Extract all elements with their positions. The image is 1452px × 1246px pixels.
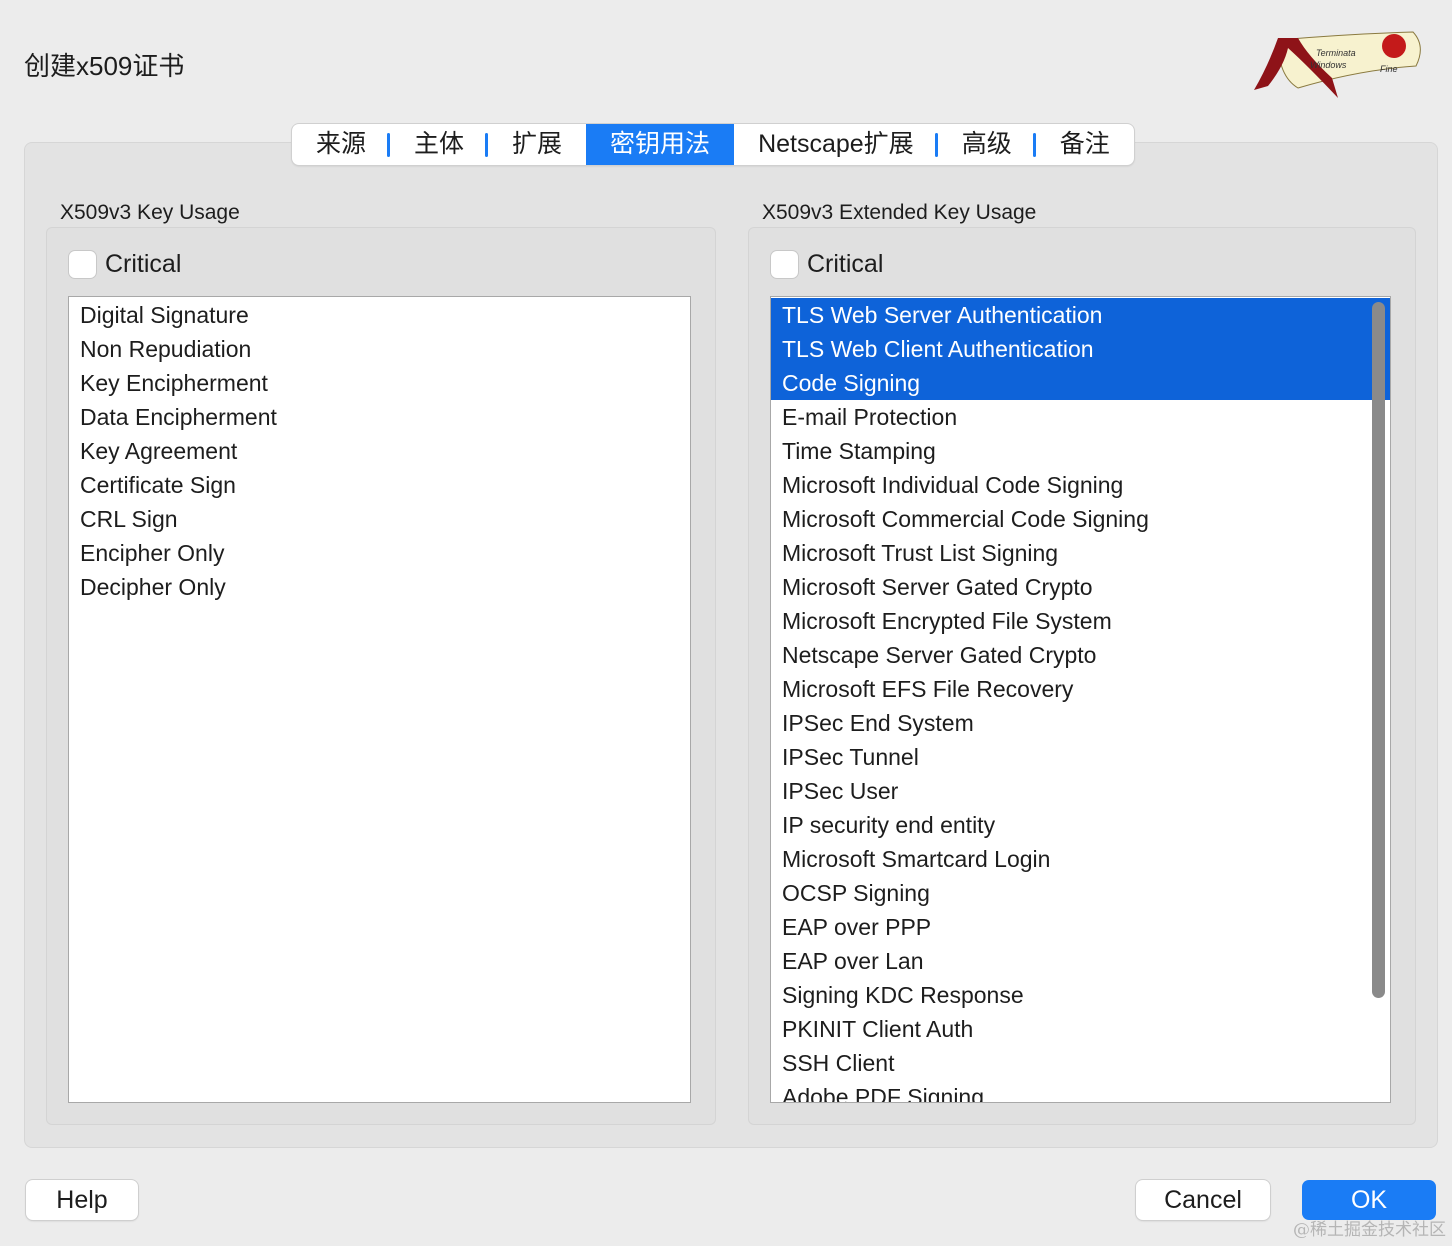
list-item[interactable]: IPSec Tunnel: [771, 740, 1390, 774]
list-item[interactable]: Microsoft Server Gated Crypto: [771, 570, 1390, 604]
list-item[interactable]: Microsoft Commercial Code Signing: [771, 502, 1390, 536]
tab-netscape-extensions[interactable]: Netscape扩展: [734, 124, 938, 165]
tab-source[interactable]: 来源: [292, 124, 391, 165]
key-usage-list[interactable]: Digital Signature Non Repudiation Key Enci…: [68, 296, 691, 1103]
list-item[interactable]: IPSec End System: [771, 706, 1390, 740]
svg-text:Windows: Windows: [1310, 60, 1347, 70]
list-item[interactable]: EAP over Lan: [771, 944, 1390, 978]
list-item[interactable]: OCSP Signing: [771, 876, 1390, 910]
key-usage-label: X509v3 Key Usage: [60, 201, 240, 224]
ok-button[interactable]: OK: [1302, 1180, 1436, 1220]
list-item[interactable]: SSH Client: [771, 1046, 1390, 1080]
list-item[interactable]: IP security end entity: [771, 808, 1390, 842]
list-item[interactable]: Certificate Sign: [69, 468, 690, 502]
list-item[interactable]: CRL Sign: [69, 502, 690, 536]
list-item[interactable]: Data Encipherment: [69, 400, 690, 434]
key-usage-critical-label: Critical: [105, 250, 182, 278]
extended-key-usage-list[interactable]: TLS Web Server Authentication TLS Web Cli…: [770, 296, 1391, 1103]
app-logo-scroll: Terminata Windows Fine: [1254, 31, 1421, 98]
list-item[interactable]: Microsoft Individual Code Signing: [771, 468, 1390, 502]
list-item[interactable]: Microsoft Trust List Signing: [771, 536, 1390, 570]
watermark: @稀土掘金技术社区: [1293, 1220, 1446, 1240]
list-item[interactable]: E-mail Protection: [771, 400, 1390, 434]
list-item[interactable]: TLS Web Client Authentication: [771, 332, 1390, 366]
extended-key-usage-scrollbar[interactable]: [1372, 302, 1385, 998]
list-item[interactable]: Netscape Server Gated Crypto: [771, 638, 1390, 672]
list-item[interactable]: PKINIT Client Auth: [771, 1012, 1390, 1046]
list-item[interactable]: Code Signing: [771, 366, 1390, 400]
list-item[interactable]: Digital Signature: [69, 298, 690, 332]
key-usage-critical-checkbox[interactable]: [69, 251, 96, 278]
list-item[interactable]: TLS Web Server Authentication: [771, 298, 1390, 332]
dialog-title: 创建x509证书: [24, 51, 185, 81]
tab-extensions[interactable]: 扩展: [488, 124, 586, 165]
list-item[interactable]: EAP over PPP: [771, 910, 1390, 944]
list-item[interactable]: Time Stamping: [771, 434, 1390, 468]
list-item[interactable]: Adobe PDF Signing: [771, 1080, 1390, 1102]
tab-key-usage[interactable]: 密钥用法: [586, 124, 735, 165]
list-item[interactable]: Microsoft Smartcard Login: [771, 842, 1390, 876]
extended-key-usage-critical-checkbox[interactable]: [771, 251, 798, 278]
tab-advanced[interactable]: 高级: [938, 124, 1036, 165]
svg-text:Terminata: Terminata: [1316, 48, 1356, 58]
list-item[interactable]: Key Encipherment: [69, 366, 690, 400]
help-button[interactable]: Help: [26, 1180, 138, 1220]
list-item[interactable]: IPSec User: [771, 774, 1390, 808]
tab-bar: 来源 主体 扩展 密钥用法 Netscape扩展 高级 备注: [292, 124, 1134, 165]
tab-comment[interactable]: 备注: [1036, 124, 1134, 165]
list-item[interactable]: Encipher Only: [69, 536, 690, 570]
tab-subject[interactable]: 主体: [390, 124, 489, 165]
list-item[interactable]: Microsoft EFS File Recovery: [771, 672, 1390, 706]
list-item[interactable]: Key Agreement: [69, 434, 690, 468]
cancel-button[interactable]: Cancel: [1136, 1180, 1270, 1220]
list-item[interactable]: Microsoft Encrypted File System: [771, 604, 1390, 638]
svg-text:Fine: Fine: [1380, 64, 1398, 74]
extended-key-usage-critical-label: Critical: [807, 250, 884, 278]
list-item[interactable]: Decipher Only: [69, 570, 690, 604]
list-item[interactable]: Signing KDC Response: [771, 978, 1390, 1012]
extended-key-usage-label: X509v3 Extended Key Usage: [762, 201, 1037, 224]
list-item[interactable]: Non Repudiation: [69, 332, 690, 366]
